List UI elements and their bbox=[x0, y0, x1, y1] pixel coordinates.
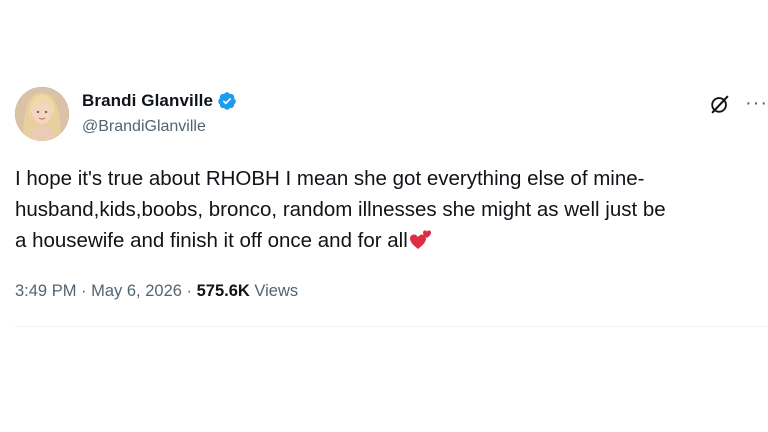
tweet-date[interactable]: May 6, 2026 bbox=[91, 282, 182, 300]
views-count[interactable]: 575.6K bbox=[197, 282, 250, 300]
author-display-name[interactable]: Brandi Glanville bbox=[82, 91, 213, 111]
tweet-meta: 3:49 PM · May 6, 2026 · 575.6K Views bbox=[15, 282, 298, 301]
meta-separator: · bbox=[181, 282, 197, 300]
tweet: Brandi Glanville @BrandiGlanville ··· I … bbox=[0, 0, 768, 432]
tweet-text: I hope it's true about RHOBH I mean she … bbox=[15, 163, 755, 256]
meta-separator: · bbox=[76, 282, 92, 300]
more-options-icon[interactable]: ··· bbox=[745, 93, 768, 113]
author-handle[interactable]: @BrandiGlanville bbox=[82, 118, 206, 136]
tweet-text-line: a housewife and finish it off once and f… bbox=[15, 229, 408, 252]
views-label: Views bbox=[249, 282, 299, 300]
two-hearts-emoji-icon bbox=[409, 227, 433, 251]
verified-badge-icon[interactable] bbox=[217, 91, 237, 111]
author-name-row[interactable]: Brandi Glanville bbox=[82, 91, 237, 111]
divider bbox=[15, 326, 768, 327]
grok-icon[interactable] bbox=[709, 93, 731, 115]
tweet-text-line: I hope it's true about RHOBH I mean she … bbox=[15, 167, 645, 190]
tweet-text-line: husband,kids,boobs, bronco, random illne… bbox=[15, 198, 666, 221]
avatar[interactable] bbox=[15, 87, 69, 141]
tweet-time[interactable]: 3:49 PM bbox=[15, 282, 76, 300]
avatar-image bbox=[15, 87, 69, 141]
